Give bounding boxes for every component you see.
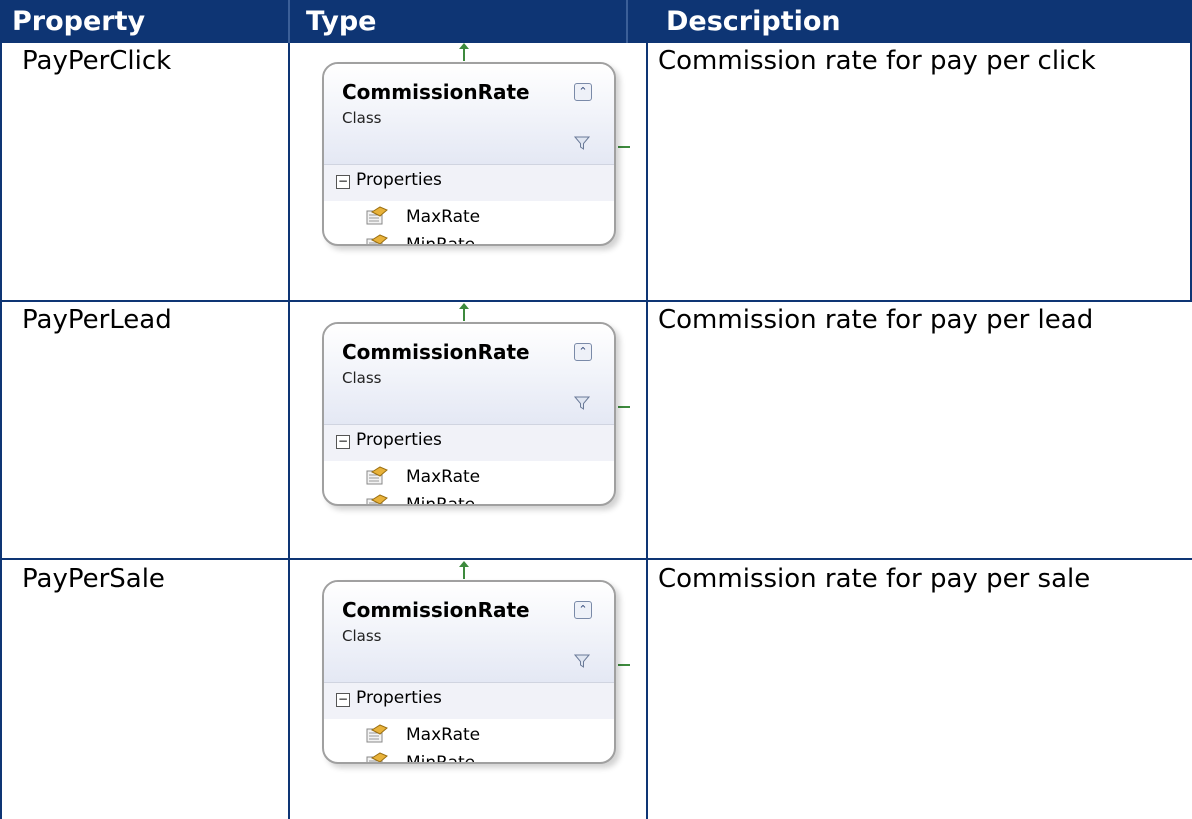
property-description: Commission rate for pay per sale <box>658 564 1091 594</box>
property-icon <box>366 752 388 762</box>
properties-section[interactable]: − Properties <box>324 164 614 201</box>
connector-line <box>618 406 630 408</box>
class-name: CommissionRate <box>342 80 530 104</box>
property-name: PayPerClick <box>22 46 172 76</box>
filter-icon[interactable] <box>574 135 590 151</box>
row-divider <box>0 300 1192 302</box>
double-chevron-up-icon[interactable]: ⌃ <box>574 343 592 361</box>
property-icon <box>366 206 388 225</box>
row-divider <box>0 558 1192 560</box>
class-kind: Class <box>342 109 382 127</box>
property-icon <box>366 466 388 485</box>
table-header: Property Type Description <box>0 0 1192 43</box>
class-diagram-box[interactable]: CommissionRate Class ⌃ − Properties MaxR… <box>322 322 616 506</box>
section-label: Properties <box>356 430 442 450</box>
filter-icon[interactable] <box>574 653 590 669</box>
section-label: Properties <box>356 170 442 190</box>
header-description: Description <box>666 6 841 37</box>
column-divider <box>646 43 648 819</box>
class-header: CommissionRate Class ⌃ <box>324 582 614 682</box>
properties-section[interactable]: − Properties <box>324 682 614 719</box>
connector-line <box>618 146 630 148</box>
class-diagram-box[interactable]: CommissionRate Class ⌃ − Properties MaxR… <box>322 62 616 246</box>
header-type: Type <box>306 6 377 37</box>
connector-line <box>463 563 465 579</box>
double-chevron-up-icon[interactable]: ⌃ <box>574 83 592 101</box>
connector-line <box>618 664 630 666</box>
class-kind: Class <box>342 627 382 645</box>
table-border-left <box>0 43 2 819</box>
header-divider <box>626 0 628 43</box>
header-divider <box>288 0 290 43</box>
class-header: CommissionRate Class ⌃ <box>324 64 614 164</box>
property-table: Property Type Description PayPerClick Co… <box>0 0 1192 819</box>
section-label: Properties <box>356 688 442 708</box>
property-name: PayPerLead <box>22 305 172 335</box>
class-kind: Class <box>342 369 382 387</box>
header-property: Property <box>12 6 146 37</box>
property-icon <box>366 234 388 244</box>
class-header: CommissionRate Class ⌃ <box>324 324 614 424</box>
minus-box-icon[interactable]: − <box>336 693 350 707</box>
property-description: Commission rate for pay per lead <box>658 305 1094 335</box>
property-icon <box>366 494 388 504</box>
property-description: Commission rate for pay per click <box>658 46 1096 76</box>
minus-box-icon[interactable]: − <box>336 435 350 449</box>
column-divider <box>288 43 290 819</box>
double-chevron-up-icon[interactable]: ⌃ <box>574 601 592 619</box>
connector-line <box>463 305 465 321</box>
class-diagram-box[interactable]: CommissionRate Class ⌃ − Properties MaxR… <box>322 580 616 764</box>
properties-section[interactable]: − Properties <box>324 424 614 461</box>
connector-line <box>463 45 465 61</box>
filter-icon[interactable] <box>574 395 590 411</box>
property-name: PayPerSale <box>22 564 165 594</box>
class-name: CommissionRate <box>342 340 530 364</box>
minus-box-icon[interactable]: − <box>336 175 350 189</box>
property-icon <box>366 724 388 743</box>
class-name: CommissionRate <box>342 598 530 622</box>
